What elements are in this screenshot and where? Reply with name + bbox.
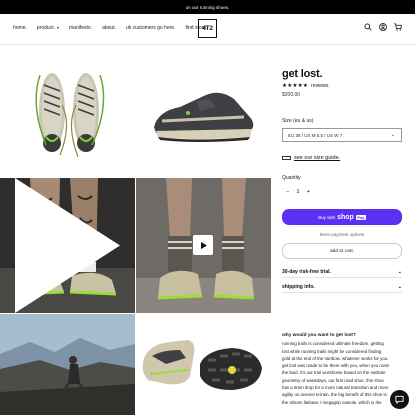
- product-price: $200.00: [282, 92, 301, 98]
- quantity-increase-button[interactable]: +: [307, 189, 310, 195]
- shop-pay-prefix: Buy with: [318, 214, 336, 220]
- accordion-divider: [282, 292, 402, 293]
- size-select-value: EU 38 / US M 5.5 / US W 7: [288, 132, 343, 138]
- product-title: get lost.: [282, 68, 323, 80]
- shoe-right: [70, 73, 105, 158]
- search-icon[interactable]: [364, 23, 372, 31]
- description-line: has a 6mm drop for a more natural transi…: [282, 385, 389, 391]
- shop-pay-badge: Pay: [355, 214, 366, 220]
- gallery-image-shoe-sole[interactable]: [136, 314, 271, 415]
- play-icon: [200, 241, 207, 249]
- size-guide-link[interactable]: see our size guide.: [282, 155, 340, 161]
- shop-pay-logo: shop: [337, 213, 354, 221]
- gallery-image-trail-runner[interactable]: [0, 314, 135, 415]
- gallery-image-shoes-top[interactable]: [0, 45, 135, 177]
- quantity-stepper: − 1 +: [282, 185, 314, 199]
- gallery-image-shoe-side[interactable]: [136, 45, 271, 177]
- gallery-video-socks-shoes[interactable]: [136, 178, 271, 313]
- announcement-text: on our running shoes.: [185, 4, 230, 10]
- description-line: gold at the end of the rainbow. whatever…: [282, 355, 389, 361]
- size-label: Size (eu & us): [282, 118, 314, 124]
- gallery-image-tattooed-legs[interactable]: [0, 178, 135, 313]
- product-gallery: [0, 45, 271, 415]
- size-guide-label: see our size guide.: [294, 155, 341, 161]
- quantity-label: Quantity: [282, 175, 301, 181]
- ruler-icon: [282, 156, 291, 160]
- description-line: geometry of weekdays, our first road sho…: [282, 377, 384, 383]
- quantity-input[interactable]: 1: [296, 189, 299, 195]
- quantity-decrease-button[interactable]: −: [286, 189, 289, 195]
- description-line: lost while running trails might be consi…: [282, 348, 382, 354]
- chevron-down-icon: ⌄: [397, 284, 402, 290]
- accordion-trial-label: 30-day risk-free trial.: [282, 269, 331, 275]
- accordion-trial[interactable]: 30-day risk-free trial. ⌄: [282, 269, 402, 275]
- description-line: agility on uneven terrain. the big benef…: [282, 392, 387, 398]
- more-payment-options-link[interactable]: More payment options: [282, 232, 402, 237]
- star-rating-icons: ★★★★★: [282, 83, 309, 89]
- nav-product-label: product.: [36, 25, 55, 31]
- chat-icon: [395, 395, 404, 404]
- main-nav: home. product. ▾ manifesto. about. uk cus…: [13, 25, 207, 31]
- product-info: get lost. ★★★★★ reviews. $200.00 Size (e…: [282, 68, 404, 293]
- site-header: home. product. ▾ manifesto. about. uk cus…: [0, 14, 415, 44]
- add-to-cart-button[interactable]: add to cart.: [282, 243, 402, 259]
- reviews-link[interactable]: reviews.: [311, 83, 329, 89]
- cart-icon[interactable]: [394, 23, 402, 31]
- chevron-down-icon: ⌄: [390, 132, 395, 138]
- account-icon[interactable]: [379, 23, 387, 31]
- nav-manifesto[interactable]: manifesto.: [69, 25, 92, 31]
- play-button[interactable]: [193, 235, 213, 255]
- rating[interactable]: ★★★★★ reviews.: [282, 83, 404, 89]
- description-line: the vibram litebase / megagrip outsole, …: [282, 399, 382, 405]
- description-line: the land. it's our trail workhorse based…: [282, 370, 386, 376]
- product-description: why would you want to get lost? running …: [282, 332, 404, 406]
- description-line: running trails is considered ultimate fr…: [282, 341, 384, 347]
- arrow-icon: [15, 178, 120, 313]
- shop-pay-button[interactable]: Buy with shop Pay: [282, 209, 402, 225]
- chevron-down-icon: ⌄: [397, 269, 402, 275]
- description-heading: why would you want to get lost?: [282, 333, 356, 338]
- announcement-bar: on our running shoes.: [0, 0, 415, 14]
- accordion-divider: [282, 277, 402, 278]
- chevron-down-icon: ▾: [56, 25, 59, 30]
- accordion-shipping-label: shipping info.: [282, 284, 315, 290]
- header-icons: [364, 23, 402, 31]
- accordion-shipping[interactable]: shipping info. ⌄: [282, 284, 402, 290]
- nav-about[interactable]: about.: [102, 25, 116, 31]
- brand-logo[interactable]: 4T2: [198, 19, 217, 38]
- nav-product[interactable]: product. ▾: [37, 25, 59, 31]
- description-line: get lost was made to be there with you, …: [282, 363, 390, 369]
- shoe-left: [35, 73, 68, 156]
- chat-button[interactable]: [390, 390, 409, 409]
- nav-home[interactable]: home.: [13, 25, 27, 31]
- nav-uk-customers[interactable]: uk customers go here.: [126, 25, 175, 31]
- size-select[interactable]: EU 38 / US M 5.5 / US W 7 ⌄: [282, 128, 402, 142]
